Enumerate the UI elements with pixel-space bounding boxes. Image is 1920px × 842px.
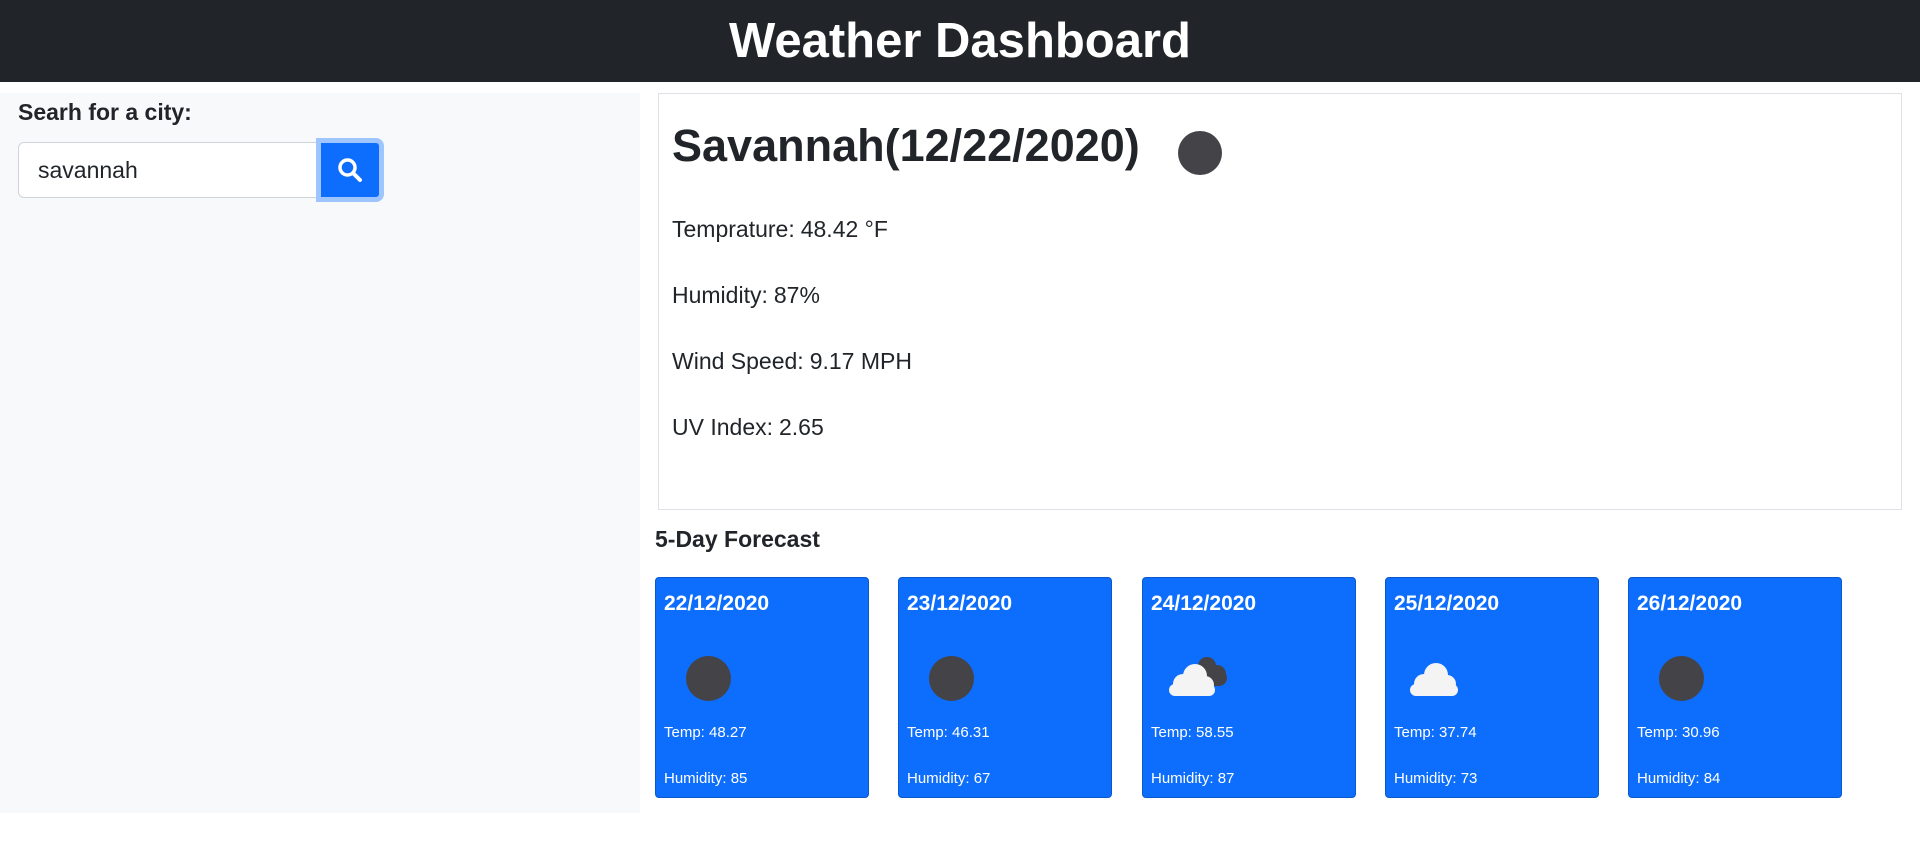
current-wind: Wind Speed: 9.17 MPH xyxy=(672,348,912,375)
forecast-temp: Temp: 46.31 xyxy=(907,724,990,741)
clear-night-dot-icon xyxy=(929,656,974,701)
forecast-card: 24/12/2020 Temp: 58.55 Humidity: 87 xyxy=(1142,577,1356,798)
forecast-date: 24/12/2020 xyxy=(1151,592,1257,615)
forecast-humidity: Humidity: 73 xyxy=(1394,770,1478,787)
current-temperature: Temprature: 48.42 °F xyxy=(672,216,888,243)
wind-value: 9.17 MPH xyxy=(809,348,912,374)
clear-night-dot-icon xyxy=(1178,131,1222,175)
forecast-date: 22/12/2020 xyxy=(664,592,770,615)
search-label: Searh for a city: xyxy=(18,99,192,125)
current-uv: UV Index: 2.65 xyxy=(672,414,824,441)
humidity-value: 87% xyxy=(773,282,820,308)
forecast-date: 25/12/2020 xyxy=(1394,592,1500,615)
clear-night-dot-icon xyxy=(686,656,731,701)
cloud-icon xyxy=(1410,663,1458,696)
humidity-label: Humidity: xyxy=(672,282,768,308)
wind-label: Wind Speed: xyxy=(672,348,804,374)
uv-label: UV Index: xyxy=(672,414,773,440)
forecast-humidity: Humidity: 87 xyxy=(1151,770,1235,787)
temperature-label: Temprature: xyxy=(672,216,795,242)
forecast-humidity: Humidity: 85 xyxy=(664,770,748,787)
forecast-date: 23/12/2020 xyxy=(907,592,1013,615)
forecast-humidity: Humidity: 84 xyxy=(1637,770,1721,787)
forecast-temp: Temp: 48.27 xyxy=(664,724,747,741)
forecast-card: 25/12/2020 Temp: 37.74 Humidity: 73 xyxy=(1385,577,1599,798)
broken-clouds-icon xyxy=(1169,657,1227,696)
forecast-temp: Temp: 30.96 xyxy=(1637,724,1720,741)
page-title: Weather Dashboard xyxy=(729,14,1191,68)
forecast-humidity: Humidity: 67 xyxy=(907,770,991,787)
uv-value: 2.65 xyxy=(779,414,824,440)
forecast-temp: Temp: 37.74 xyxy=(1394,724,1477,741)
temperature-value: 48.42 °F xyxy=(800,216,888,242)
search-input[interactable] xyxy=(18,142,320,198)
forecast-card: 23/12/2020 Temp: 46.31 Humidity: 67 xyxy=(898,577,1112,798)
app-header: Weather Dashboard xyxy=(0,0,1920,82)
forecast-card: 26/12/2020 Temp: 30.96 Humidity: 84 xyxy=(1628,577,1842,798)
clear-night-dot-icon xyxy=(1659,656,1704,701)
search-button[interactable] xyxy=(316,138,384,202)
forecast-date: 26/12/2020 xyxy=(1637,592,1743,615)
current-humidity: Humidity: 87% xyxy=(672,282,820,309)
forecast-title: 5-Day Forecast xyxy=(655,526,820,552)
search-icon xyxy=(338,158,362,182)
forecast-temp: Temp: 58.55 xyxy=(1151,724,1234,741)
forecast-card: 22/12/2020 Temp: 48.27 Humidity: 85 xyxy=(655,577,869,798)
current-city-title: Savannah(12/22/2020) xyxy=(672,120,1140,171)
